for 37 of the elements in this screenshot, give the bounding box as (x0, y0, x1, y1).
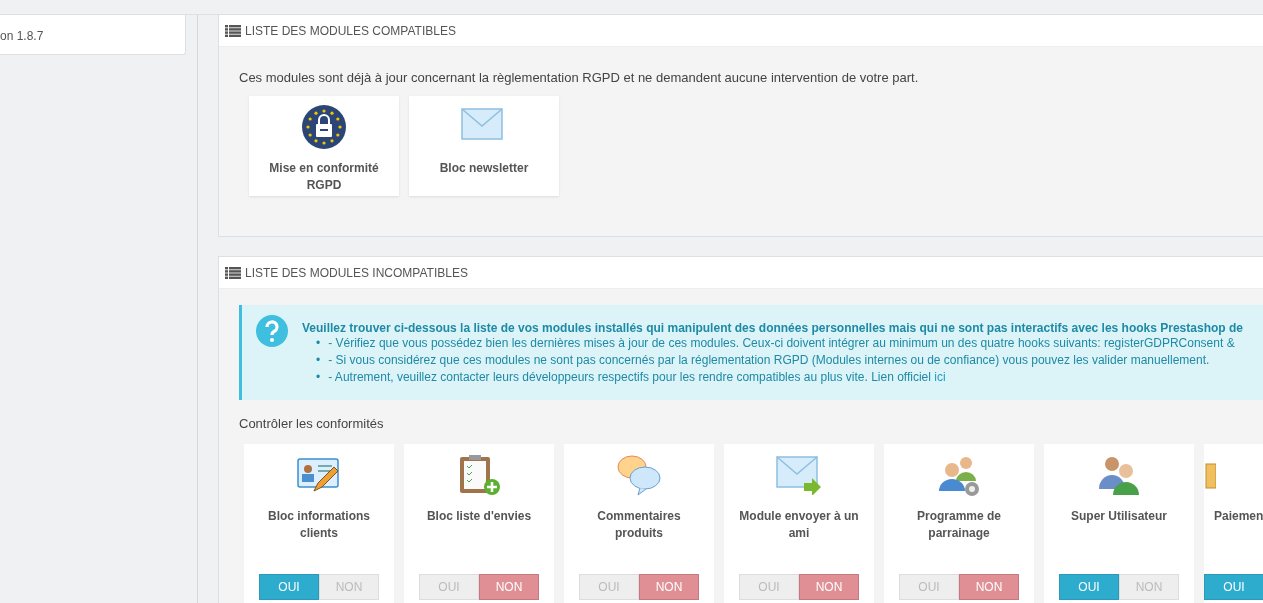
module-name: Bloc newsletter (438, 160, 530, 177)
module-name: Programme de parrainage (916, 508, 1002, 542)
speech-bubbles-icon (616, 453, 662, 497)
version-label: on 1.8.7 (0, 15, 186, 55)
panel-title: LISTE DES MODULES INCOMPATIBLES (245, 265, 468, 280)
contact-card-pencil-icon (296, 455, 342, 495)
module-name: Mise en conformité RGPD (268, 160, 380, 194)
toggle-option[interactable]: OUI (1204, 574, 1263, 600)
package-icon (1204, 460, 1216, 490)
toggle-option[interactable]: NON (479, 574, 539, 600)
panel-title: LISTE DES MODULES COMPATIBLES (245, 23, 456, 38)
bullet-marker: • (316, 352, 321, 369)
padlock-stars-icon (301, 104, 347, 150)
official-link[interactable]: ici (934, 370, 946, 384)
module-name: Paiemen (1213, 508, 1263, 525)
description-text: Ces modules sont déjà à jour concernant la règlementation RGPD et ne demandent aucune intervention de votre part. (239, 69, 920, 85)
alert-item: - Vérifiez que vous possédez bien les dernières mises à jour de ces modules. Ceux-ci doivent intégrer au minimum un des quatre hooks suivants: registerGDPRConsent & (328, 335, 1235, 352)
alert-item: - Si vous considérez que ces modules ne sont pas concernés par la réglementation RGPD (Modules internes ou de confiance) vous pouvez les valider manuellement. (328, 352, 1210, 369)
toggle-option[interactable]: NON (959, 574, 1019, 600)
module-name: Bloc liste d'envies (425, 508, 533, 525)
alert-item: - Autrement, veuillez contacter leurs développeurs respectifs pour les rendre compatibles au plus vite. Lien officiel ici (328, 369, 946, 386)
module-name: Module envoyer à un ami (738, 508, 860, 542)
list-icon (225, 266, 241, 279)
toggle-option[interactable]: OUI (1059, 574, 1119, 600)
question-icon (256, 315, 288, 347)
envelope-arrow-icon (776, 455, 822, 495)
bullet-marker: • (316, 335, 321, 352)
toggle-option[interactable]: NON (799, 574, 859, 600)
module-name: Commentaires produits (596, 508, 682, 542)
module-name: Super Utilisateur (1070, 508, 1168, 525)
alert-heading: Veuillez trouver ci-dessous la liste de vos modules installés qui manipulent des données personnelles mais qui ne sont pas interactifs avec les hooks Prestashop de (302, 321, 1243, 335)
section-label: Contrôler les conformités (239, 416, 385, 431)
list-icon (225, 24, 241, 37)
module-name: Bloc informations clients (267, 508, 371, 542)
bullet-marker: • (316, 369, 321, 386)
toggle-option[interactable]: OUI (259, 574, 319, 600)
toggle-option[interactable]: NON (639, 574, 699, 600)
